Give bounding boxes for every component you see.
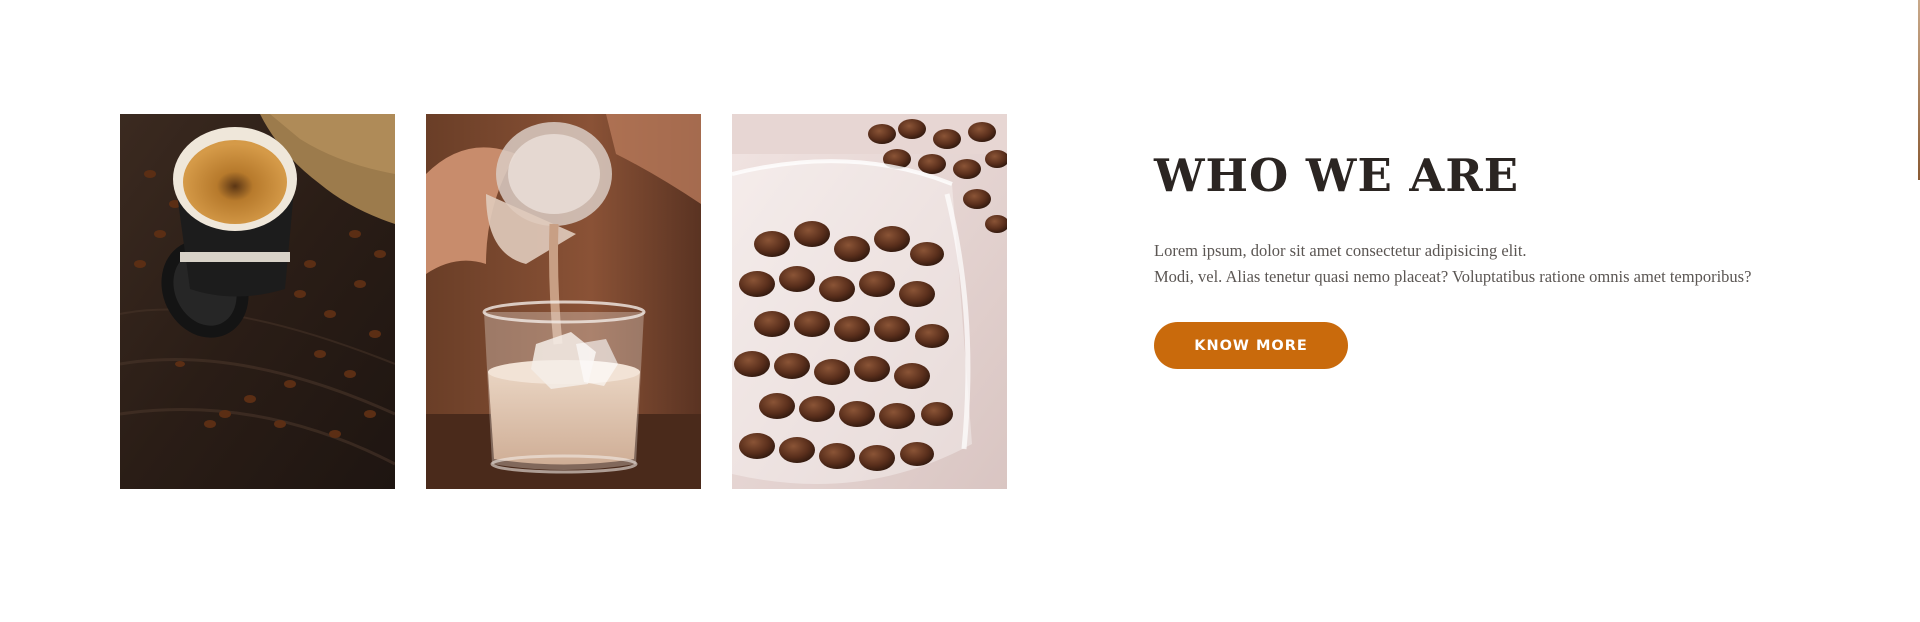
description-line-1: Lorem ipsum, dolor sit amet consectetur …: [1154, 241, 1527, 260]
iced-latte-photo: [426, 114, 701, 489]
know-more-button[interactable]: KNOW MORE: [1154, 322, 1348, 369]
coffee-cup-photo: [120, 114, 395, 489]
coffee-cup-illustration: [120, 114, 395, 489]
about-description: Lorem ipsum, dolor sit amet consectetur …: [1154, 238, 1794, 290]
about-section: WHO WE ARE Lorem ipsum, dolor sit amet c…: [1154, 148, 1794, 369]
page: WHO WE ARE Lorem ipsum, dolor sit amet c…: [0, 0, 1920, 622]
description-line-2: Modi, vel. Alias tenetur quasi nemo plac…: [1154, 267, 1752, 286]
iced-latte-illustration: [426, 114, 701, 489]
coffee-beans-illustration: [732, 114, 1007, 489]
section-title: WHO WE ARE: [1154, 149, 1520, 202]
coffee-beans-jar-photo: [732, 114, 1007, 489]
image-gallery: [120, 114, 1007, 489]
